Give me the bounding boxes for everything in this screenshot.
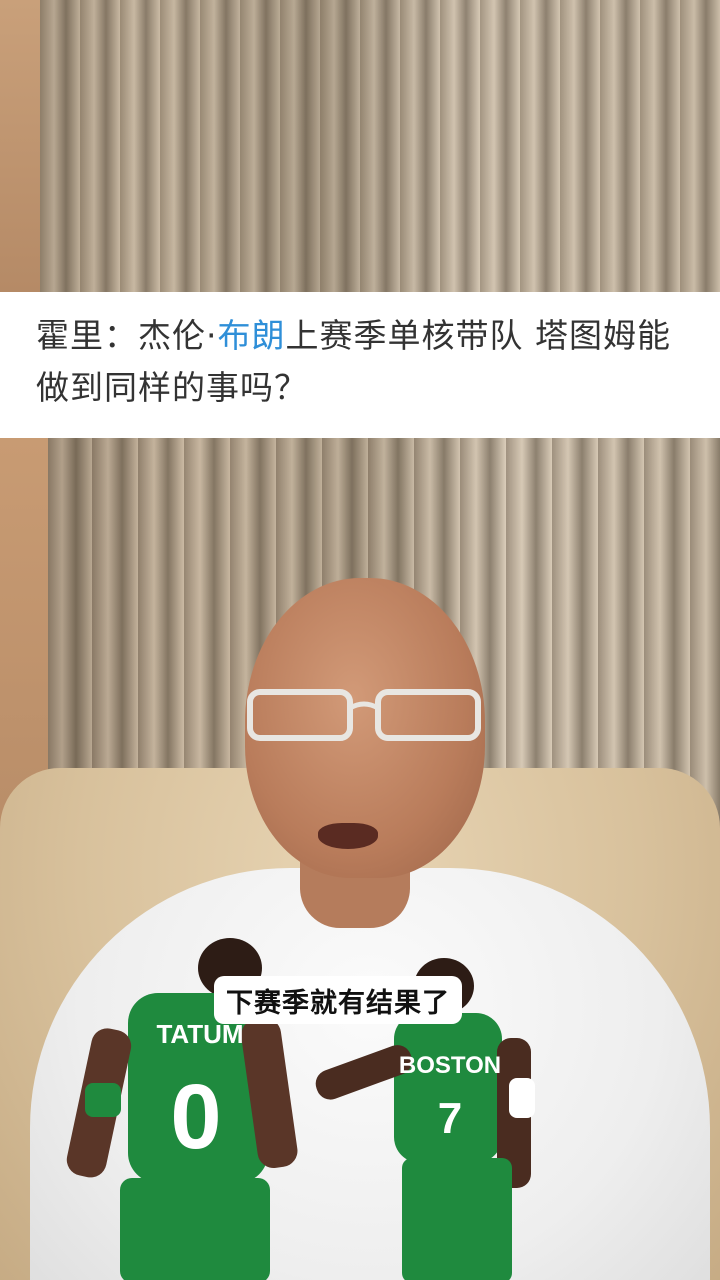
video-frame[interactable]: TATUM 0 BOSTON 7 下赛季就有结果了 (0, 438, 720, 1280)
background-curtain-top (0, 0, 720, 292)
video-caption: 下赛季就有结果了 (214, 976, 462, 1024)
glasses-icon (247, 689, 481, 741)
headline-panel[interactable]: 霍里：杰伦·布朗上赛季单核带队 塔图姆能做到同样的事吗？ (0, 292, 720, 438)
player-brown-team: BOSTON (399, 1052, 501, 1079)
player-brown-number: 7 (438, 1094, 462, 1143)
wall-edge (0, 0, 40, 292)
mouth (318, 823, 378, 849)
headline-title[interactable]: 霍里：杰伦·布朗上赛季单核带队 塔图姆能做到同样的事吗？ (36, 310, 684, 414)
headline-highlight-link[interactable]: 布朗 (218, 316, 286, 355)
player-tatum-number: 0 (170, 1066, 221, 1168)
headline-prefix: 霍里：杰伦· (36, 316, 218, 355)
